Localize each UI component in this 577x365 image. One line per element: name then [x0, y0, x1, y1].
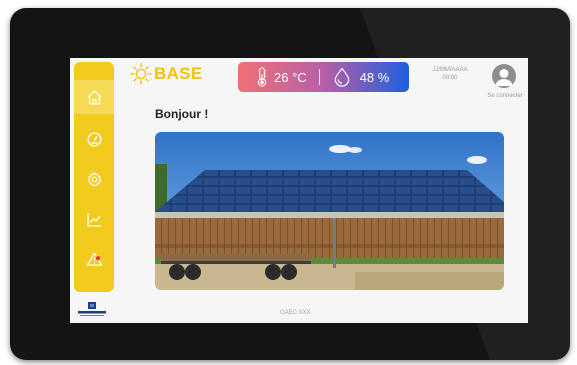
sidebar-item-settings[interactable]: [74, 162, 114, 196]
sidebar-item-home[interactable]: [74, 80, 114, 114]
weather-divider: [318, 69, 320, 85]
app-screen: BASE 26 °C 48 % JJ/MM/AAAA 00:00 Se conn…: [70, 58, 528, 323]
humidity-drop-icon: [334, 67, 349, 87]
gauge-icon: [86, 131, 102, 147]
humidity-value: 48 %: [359, 69, 390, 85]
date-text: JJ/MM/AAAA: [432, 67, 468, 73]
weather-widget: 26 °C 48 %: [238, 62, 409, 92]
tablet-device: BASE 26 °C 48 % JJ/MM/AAAA 00:00 Se conn…: [10, 8, 570, 360]
gear-icon: [87, 171, 101, 186]
greeting-title: Bonjour !: [155, 107, 209, 121]
solar-barn-illustration: [155, 132, 504, 290]
sun-icon: [130, 63, 152, 85]
alert-icon: [86, 251, 102, 266]
sidebar-item-alerts[interactable]: [74, 242, 114, 276]
farm-name: GAEC XXX: [280, 310, 311, 316]
user-icon: [495, 69, 513, 86]
login-link[interactable]: Se connecter: [482, 93, 528, 99]
brand-logo: BASE: [130, 63, 202, 85]
sidebar-item-dashboard[interactable]: [74, 122, 114, 156]
home-icon: [87, 89, 101, 105]
date-time: JJ/MM/AAAA 00:00: [430, 66, 470, 82]
thermometer-icon: [257, 67, 267, 87]
hero-photo: [155, 132, 504, 290]
company-logo: [78, 302, 106, 316]
sidebar-item-statistics[interactable]: [74, 202, 114, 236]
temperature-value: 26 °C: [274, 69, 307, 85]
chart-icon: [86, 212, 101, 227]
user-avatar[interactable]: [492, 64, 516, 88]
time-text: 00:00: [442, 75, 458, 81]
sidebar: [74, 62, 114, 292]
brand-name: BASE: [154, 64, 203, 83]
